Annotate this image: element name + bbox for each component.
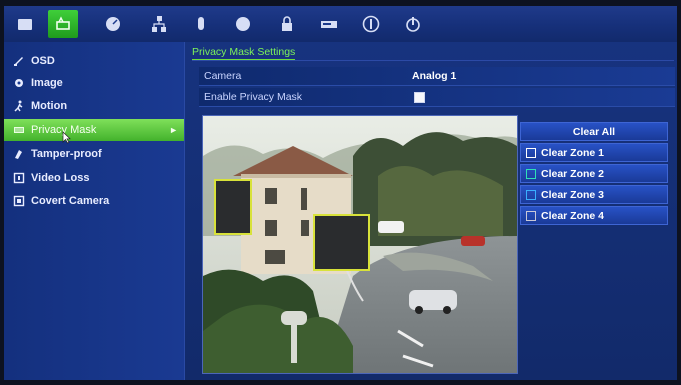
sidebar-item-osd[interactable]: OSD: [4, 50, 184, 72]
osd-icon: [12, 54, 26, 68]
clear-all-label: Clear All: [572, 125, 616, 138]
zone-3-color-swatch: [526, 189, 536, 200]
info-icon[interactable]: [356, 10, 386, 38]
tamper-icon: [12, 147, 26, 161]
clear-zone-1-button[interactable]: Clear Zone 1: [520, 143, 668, 162]
sidebar-item-label: Motion: [31, 100, 68, 112]
camera-label: Camera: [204, 70, 242, 82]
motion-icon: [12, 99, 26, 113]
mouse-cursor-icon: [62, 131, 71, 144]
camera-icon[interactable]: [48, 10, 78, 38]
network-icon[interactable]: [144, 10, 174, 38]
enable-privacy-mask-checkbox[interactable]: [414, 92, 425, 103]
sidebar-item-label: Video Loss: [31, 172, 90, 184]
user-icon[interactable]: [272, 10, 302, 38]
covert-camera-icon: [12, 194, 26, 208]
alarm-icon[interactable]: [186, 10, 216, 38]
clear-all-button[interactable]: Clear All: [520, 122, 668, 141]
sidebar-item-label: Image: [31, 77, 63, 89]
enable-privacy-mask-row: Enable Privacy Mask: [199, 88, 675, 107]
display-icon[interactable]: [10, 10, 40, 38]
privacy-mask-zone-1[interactable]: [214, 179, 252, 235]
sidebar-item-label: OSD: [31, 55, 55, 67]
clear-zone-3-label: Clear Zone 3: [541, 188, 605, 201]
camera-row: Camera Analog 1: [199, 67, 675, 86]
privacy-mask-icon: [12, 123, 26, 137]
sidebar-item-label: Tamper-proof: [31, 148, 102, 160]
dvr-screen: OSD Image Motion Privacy Mask ► Tamper-p…: [0, 0, 681, 385]
sidebar-item-privacy-mask[interactable]: Privacy Mask ►: [4, 119, 184, 141]
title-divider: [192, 60, 674, 61]
sidebar-item-tamper-proof[interactable]: Tamper-proof: [4, 143, 184, 165]
clear-zone-4-button[interactable]: Clear Zone 4: [520, 206, 668, 225]
clear-zone-2-label: Clear Zone 2: [541, 167, 605, 180]
zone-4-color-swatch: [526, 210, 536, 221]
clear-zone-1-label: Clear Zone 1: [541, 146, 605, 159]
image-icon: [12, 76, 26, 90]
enable-privacy-mask-label: Enable Privacy Mask: [204, 91, 303, 103]
hdd-icon[interactable]: [228, 10, 258, 38]
sidebar-item-motion[interactable]: Motion: [4, 95, 184, 117]
page-title: Privacy Mask Settings: [192, 46, 296, 61]
video-loss-icon: [12, 171, 26, 185]
privacy-mask-zone-2[interactable]: [313, 214, 370, 271]
sidebar-item-video-loss[interactable]: Video Loss: [4, 167, 184, 189]
sidebar-item-label: Covert Camera: [31, 195, 110, 207]
main-toolbar: [4, 6, 677, 43]
device-icon[interactable]: [314, 10, 344, 38]
sidebar-item-image[interactable]: Image: [4, 72, 184, 94]
recording-icon[interactable]: [98, 10, 128, 38]
zone-2-color-swatch: [526, 168, 536, 179]
sidebar-menu: OSD Image Motion Privacy Mask ► Tamper-p…: [4, 42, 185, 380]
zone-1-color-swatch: [526, 147, 536, 158]
chevron-right-icon: ►: [169, 125, 178, 135]
clear-zone-3-button[interactable]: Clear Zone 3: [520, 185, 668, 204]
camera-preview[interactable]: [202, 115, 518, 374]
sidebar-item-covert-camera[interactable]: Covert Camera: [4, 190, 184, 212]
power-icon[interactable]: [398, 10, 428, 38]
privacy-mask-panel: Privacy Mask Settings Camera Analog 1 En…: [185, 42, 677, 380]
camera-select[interactable]: Analog 1: [412, 70, 456, 82]
clear-zone-4-label: Clear Zone 4: [541, 209, 605, 222]
clear-zone-2-button[interactable]: Clear Zone 2: [520, 164, 668, 183]
